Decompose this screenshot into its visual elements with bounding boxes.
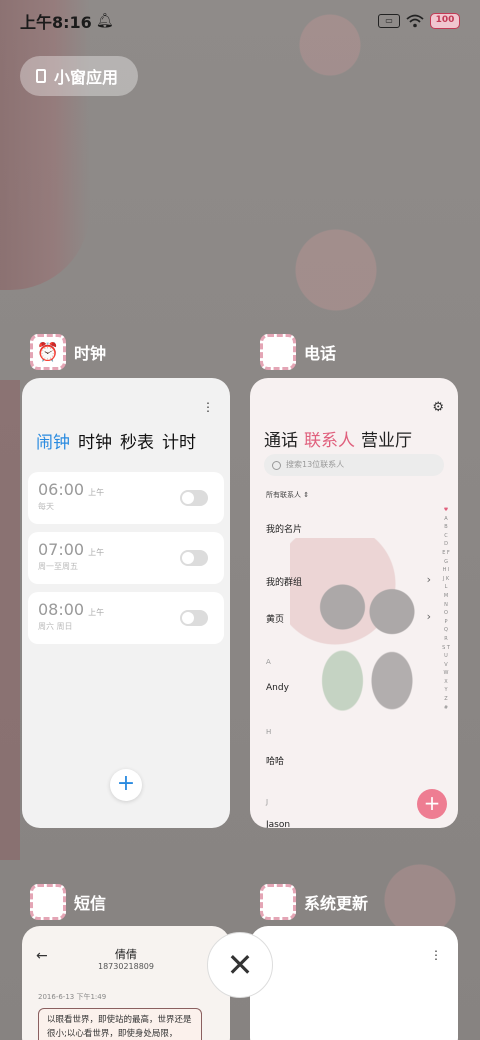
sms-message-bubble[interactable]: 以眼看世界，即使站的最高，世界还是很小;以心看世界，即使身处局限，: [38, 1008, 202, 1040]
tab-stopwatch[interactable]: 秒表: [120, 428, 154, 453]
tab-calls[interactable]: 通话: [264, 426, 298, 451]
update-app-header[interactable]: ⌂ 系统更新: [260, 884, 368, 920]
tab-alarm[interactable]: 闹钟: [36, 428, 70, 453]
system-update-icon: ⌂: [260, 884, 296, 920]
status-time: 上午8:16: [20, 13, 92, 32]
sort-icon: ⇕: [303, 491, 310, 499]
small-window-apps-button[interactable]: 小窗应用: [20, 56, 138, 96]
sms-app-name: 短信: [74, 894, 107, 913]
wifi-icon: [406, 14, 424, 28]
section-letter: A: [266, 658, 271, 666]
add-alarm-button[interactable]: +: [110, 769, 142, 801]
phone-icon: ☎: [260, 334, 296, 370]
small-window-label: 小窗应用: [54, 68, 119, 87]
update-app-card[interactable]: ⋮: [250, 926, 458, 1040]
alarm-clock-icon: ⏰: [30, 334, 66, 370]
contact-name: Andy: [266, 683, 289, 693]
alarm-toggle[interactable]: [180, 610, 208, 626]
phone-tabs: 通话 联系人 营业厅: [264, 426, 412, 451]
alarm-time: 07:00: [38, 540, 85, 559]
alarm-ampm: 上午: [88, 548, 105, 557]
sms-date: 2016-6-13 下午1:49: [38, 993, 107, 1001]
contacts-filter[interactable]: 所有联系人 ⇕: [266, 490, 309, 500]
contact-item[interactable]: Jason: [266, 820, 431, 828]
clear-all-button[interactable]: ✕: [207, 932, 273, 998]
my-groups-row[interactable]: 我的群组 ›: [266, 573, 431, 588]
sms-contact-number: 18730218809: [98, 962, 154, 971]
sms-app-card[interactable]: ← 倩倩 18730218809 2016-6-13 下午1:49 以眼看世界，…: [22, 926, 230, 1040]
contact-name: Jason: [266, 820, 291, 828]
tab-clock[interactable]: 时钟: [78, 428, 112, 453]
my-groups-label: 我的群组: [266, 578, 303, 588]
contact-item[interactable]: 哈哈: [266, 754, 431, 767]
add-contact-button[interactable]: +: [417, 789, 447, 819]
alarm-item[interactable]: 07:00 上午 周一至周五: [28, 532, 224, 584]
alarm-item[interactable]: 08:00 上午 周六 周日: [28, 592, 224, 644]
clock-app-card[interactable]: ⋮ 闹钟 时钟 秒表 计时 06:00 上午 每天 07:00 上午 周一至周五 0…: [22, 378, 230, 828]
status-icons: ▭ 100: [378, 13, 460, 29]
alarm-time: 06:00: [38, 480, 85, 499]
my-card-label: 我的名片: [266, 525, 303, 535]
alphabet-index[interactable]: ♥ A B C D E F G H I J K L M N O P Q R S …: [442, 506, 450, 712]
update-app-name: 系统更新: [304, 894, 369, 913]
sms-app-header[interactable]: ✉ 短信: [30, 884, 106, 920]
chevron-right-icon: ›: [426, 610, 431, 623]
tab-service-hall[interactable]: 营业厅: [361, 426, 412, 451]
contact-item[interactable]: Andy: [266, 683, 431, 693]
my-card-row[interactable]: 我的名片: [266, 522, 431, 535]
clock-app-name: 时钟: [74, 344, 107, 363]
tab-timer[interactable]: 计时: [162, 428, 196, 453]
alarm-time: 08:00: [38, 600, 85, 619]
contacts-filter-label: 所有联系人: [266, 491, 301, 499]
nfc-icon: ▭: [378, 14, 400, 28]
small-window-icon: [36, 69, 46, 83]
phone-app-name: 电话: [304, 344, 337, 363]
status-bar: 上午8:16 🔔︎ ▭ 100: [0, 0, 480, 42]
settings-icon[interactable]: ⚙: [432, 400, 444, 415]
alarm-toggle[interactable]: [180, 490, 208, 506]
alarm-ampm: 上午: [88, 608, 105, 617]
contact-search-input[interactable]: 搜索13位联系人: [264, 454, 444, 476]
battery-icon: 100: [430, 13, 460, 29]
wallpaper-illustration: [290, 538, 440, 768]
alarm-item[interactable]: 06:00 上午 每天: [28, 472, 224, 524]
chevron-right-icon: ›: [426, 573, 431, 586]
bell-icon: 🔔︎: [95, 13, 114, 29]
clock-tabs: 闹钟 时钟 秒表 计时: [36, 428, 196, 453]
message-icon: ✉: [30, 884, 66, 920]
phone-app-header[interactable]: ☎ 电话: [260, 334, 336, 370]
contact-name: 哈哈: [266, 757, 285, 767]
clock-app-header[interactable]: ⏰ 时钟: [30, 334, 106, 370]
more-options-icon[interactable]: ⋮: [202, 400, 214, 414]
section-letter: H: [266, 728, 272, 736]
wallpaper-curtain: [0, 0, 90, 290]
sms-contact-name: 倩倩: [115, 948, 137, 961]
more-options-icon[interactable]: ⋮: [430, 948, 442, 962]
wallpaper-curtain-lower: [0, 380, 20, 860]
yellow-pages-row[interactable]: 黄页 ›: [266, 610, 431, 625]
alarm-toggle[interactable]: [180, 550, 208, 566]
favorites-heart-icon: ♥: [443, 507, 449, 513]
phone-app-card[interactable]: ⚙ 通话 联系人 营业厅 搜索13位联系人 所有联系人 ⇕ 我的名片 我的群组 ›…: [250, 378, 458, 828]
alphabet-index-letters: A B C D E F G H I J K L M N O P Q R S T …: [442, 515, 450, 711]
section-letter: J: [266, 798, 269, 806]
alarm-ampm: 上午: [88, 488, 105, 497]
tab-contacts[interactable]: 联系人: [304, 426, 355, 451]
close-icon: ✕: [226, 946, 254, 984]
yellow-pages-label: 黄页: [266, 615, 285, 625]
